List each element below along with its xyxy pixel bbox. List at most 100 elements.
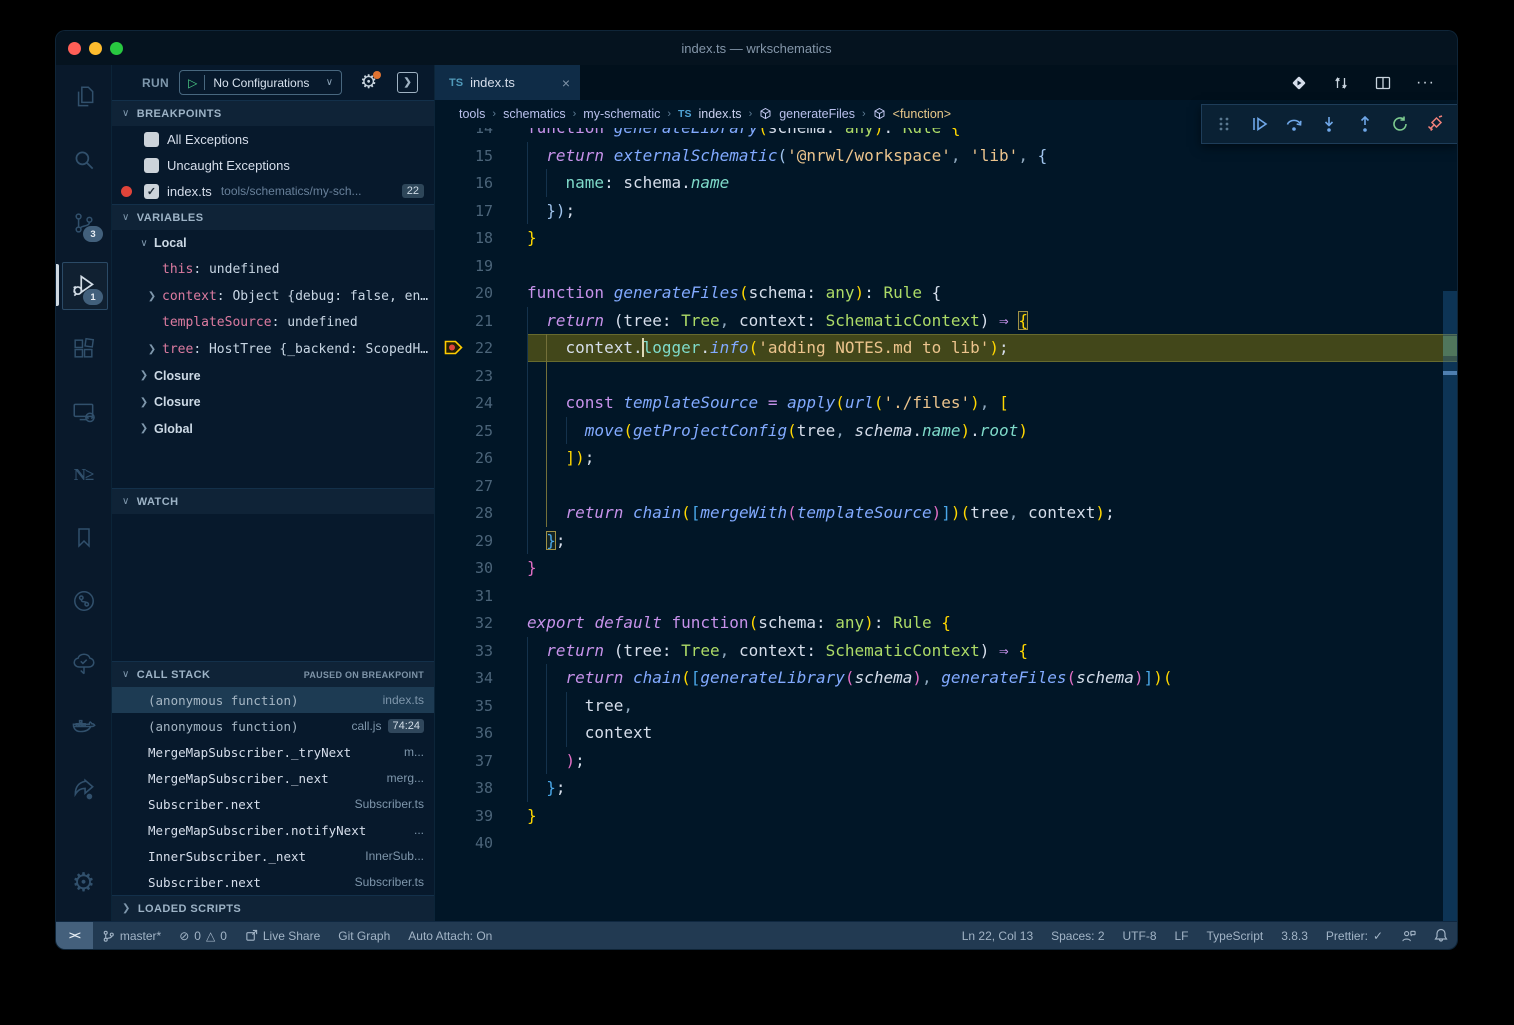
call-stack-frame[interactable]: MergeMapSubscriber._tryNextm...: [112, 739, 434, 765]
cursor-position-status[interactable]: Ln 22, Col 13: [953, 922, 1042, 949]
gutter[interactable]: 22: [435, 334, 527, 362]
call-stack-frame[interactable]: InnerSubscriber._nextInnerSub...: [112, 843, 434, 869]
call-stack-frame[interactable]: (anonymous function)index.ts: [112, 687, 434, 713]
breadcrumb-schematics[interactable]: schematics: [503, 107, 566, 121]
line-content[interactable]: name: schema.name: [527, 169, 1457, 197]
breakpoint-checkbox[interactable]: [144, 158, 159, 173]
gutter[interactable]: 37: [435, 747, 527, 775]
variables-header[interactable]: ∨ VARIABLES: [112, 204, 434, 230]
gutter[interactable]: 34: [435, 664, 527, 692]
line-content[interactable]: };: [527, 774, 1457, 802]
gutter[interactable]: 27: [435, 472, 527, 500]
variable-row[interactable]: templateSource: undefined: [112, 310, 434, 337]
step-into-button[interactable]: [1314, 109, 1344, 139]
code-line[interactable]: 34 return chain([generateLibrary(schema)…: [435, 664, 1457, 692]
open-changes-icon[interactable]: [1290, 74, 1308, 92]
live-share-button[interactable]: Live Share: [236, 922, 329, 949]
split-editor-icon[interactable]: [1374, 74, 1392, 92]
activity-run-and-debug[interactable]: 1: [56, 254, 111, 317]
watch-header[interactable]: ∨ WATCH: [112, 488, 434, 514]
code-line[interactable]: 26 ]);: [435, 444, 1457, 472]
code-line[interactable]: 16 name: schema.name: [435, 169, 1457, 197]
gutter[interactable]: 32: [435, 609, 527, 637]
code-line[interactable]: 36 context: [435, 719, 1457, 747]
gutter[interactable]: 19: [435, 252, 527, 280]
loaded-scripts-header[interactable]: ❯ LOADED SCRIPTS: [112, 895, 434, 921]
line-content[interactable]: return chain([generateLibrary(schema), g…: [527, 664, 1457, 692]
problems-status[interactable]: ⊘ 0 △ 0: [170, 922, 236, 949]
debug-console-button[interactable]: ❯: [397, 72, 418, 93]
gutter[interactable]: 39: [435, 802, 527, 830]
gutter[interactable]: 24: [435, 389, 527, 417]
more-actions-icon[interactable]: ···: [1416, 74, 1435, 92]
code-line[interactable]: 19: [435, 252, 1457, 280]
ts-version-status[interactable]: 3.8.3: [1272, 922, 1317, 949]
gutter[interactable]: 26: [435, 444, 527, 472]
line-content[interactable]: return chain([mergeWith(templateSource)]…: [527, 499, 1457, 527]
code-line[interactable]: 35 tree,: [435, 692, 1457, 720]
call-stack-frame[interactable]: Subscriber.nextSubscriber.ts: [112, 791, 434, 817]
gutter[interactable]: 15: [435, 142, 527, 170]
step-out-button[interactable]: [1350, 109, 1380, 139]
variable-group-row[interactable]: ❯Global: [112, 416, 434, 443]
breadcrumb-tools[interactable]: tools: [459, 107, 485, 121]
line-content[interactable]: const templateSource = apply(url('./file…: [527, 389, 1457, 417]
line-content[interactable]: return (tree: Tree, context: SchematicCo…: [527, 307, 1457, 335]
line-content[interactable]: export default function(schema: any): Ru…: [527, 609, 1457, 637]
line-content[interactable]: }: [527, 224, 1457, 252]
breakpoint-row[interactable]: Uncaught Exceptions: [112, 152, 434, 178]
auto-attach-status[interactable]: Auto Attach: On: [399, 922, 501, 949]
line-content[interactable]: return externalSchematic('@nrwl/workspac…: [527, 142, 1457, 170]
gutter[interactable]: 35: [435, 692, 527, 720]
variable-group-row[interactable]: ❯Closure: [112, 389, 434, 416]
line-content[interactable]: context.logger.info('adding NOTES.md to …: [527, 334, 1457, 362]
variable-scope-row[interactable]: ∨Local: [112, 230, 434, 257]
gutter[interactable]: 33: [435, 637, 527, 665]
eol-status[interactable]: LF: [1166, 922, 1198, 949]
gutter[interactable]: 30: [435, 554, 527, 582]
code-line[interactable]: 23: [435, 362, 1457, 390]
gutter[interactable]: 20: [435, 279, 527, 307]
gutter[interactable]: 23: [435, 362, 527, 390]
gutter[interactable]: 28: [435, 499, 527, 527]
variable-group-row[interactable]: ❯Closure: [112, 363, 434, 390]
code-line[interactable]: 29 };: [435, 527, 1457, 555]
line-content[interactable]: tree,: [527, 692, 1457, 720]
close-tab-icon[interactable]: ×: [562, 75, 570, 91]
call-stack-header[interactable]: ∨ CALL STACK PAUSED ON BREAKPOINT: [112, 661, 434, 687]
line-content[interactable]: context: [527, 719, 1457, 747]
breakpoint-checkbox[interactable]: [144, 132, 159, 147]
activity-extensions[interactable]: [56, 317, 111, 380]
line-content[interactable]: [527, 362, 1457, 390]
code-line[interactable]: 25 move(getProjectConfig(tree, schema.na…: [435, 417, 1457, 445]
disconnect-button[interactable]: [1420, 109, 1450, 139]
activity-search[interactable]: [56, 128, 111, 191]
call-stack-frame[interactable]: MergeMapSubscriber._nextmerg...: [112, 765, 434, 791]
activity-test-explorer[interactable]: [56, 632, 111, 695]
start-debug-icon[interactable]: ▷: [188, 76, 197, 90]
code-line[interactable]: 40: [435, 829, 1457, 857]
git-graph-button[interactable]: Git Graph: [329, 922, 399, 949]
prettier-status[interactable]: Prettier: ✓: [1317, 922, 1392, 949]
line-content[interactable]: function generateFiles(schema: any): Rul…: [527, 279, 1457, 307]
git-branch-status[interactable]: master*: [93, 922, 170, 949]
activity-docker[interactable]: [56, 695, 111, 758]
gutter[interactable]: 16: [435, 169, 527, 197]
notifications-button[interactable]: [1425, 922, 1457, 949]
feedback-button[interactable]: [1392, 922, 1425, 949]
line-content[interactable]: };: [527, 527, 1457, 555]
code-line[interactable]: 37 );: [435, 747, 1457, 775]
activity-settings[interactable]: ⚙: [56, 850, 111, 913]
activity-nx-console[interactable]: N≥: [56, 443, 111, 506]
line-content[interactable]: [527, 472, 1457, 500]
code-line[interactable]: 18}: [435, 224, 1457, 252]
line-content[interactable]: [527, 829, 1457, 857]
restart-button[interactable]: [1385, 109, 1415, 139]
gutter[interactable]: 36: [435, 719, 527, 747]
code-line[interactable]: 32export default function(schema: any): …: [435, 609, 1457, 637]
compare-changes-icon[interactable]: [1332, 74, 1350, 92]
gutter[interactable]: 18: [435, 224, 527, 252]
breadcrumb-function[interactable]: <function>: [893, 107, 951, 121]
activity-bookmarks[interactable]: [56, 506, 111, 569]
code-line[interactable]: 33 return (tree: Tree, context: Schemati…: [435, 637, 1457, 665]
